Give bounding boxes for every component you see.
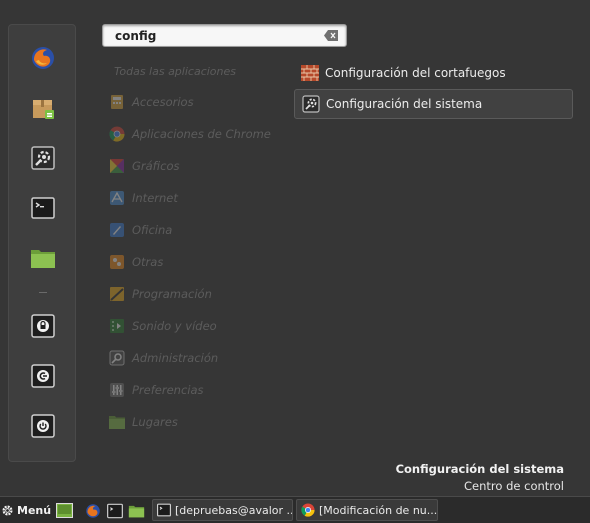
accessories-icon bbox=[111, 95, 123, 109]
launcher-show-desktop[interactable] bbox=[56, 502, 73, 519]
category-internet[interactable]: Internet bbox=[108, 186, 284, 210]
fav-shutdown[interactable] bbox=[26, 409, 60, 443]
category-label: Programación bbox=[132, 287, 212, 301]
programming-icon bbox=[110, 287, 124, 301]
backspace-clear-icon[interactable] bbox=[324, 30, 338, 41]
launcher-terminal[interactable] bbox=[106, 502, 123, 519]
category-office[interactable]: Oficina bbox=[108, 218, 284, 242]
chrome-icon bbox=[109, 126, 125, 142]
category-label: Otras bbox=[132, 255, 164, 269]
category-multimedia[interactable]: Sonido y vídeo bbox=[108, 314, 284, 338]
result-system-settings[interactable]: Configuración del sistema bbox=[294, 89, 573, 119]
result-label: Configuración del cortafuegos bbox=[325, 66, 506, 80]
category-label: Internet bbox=[132, 191, 178, 205]
search-input[interactable] bbox=[103, 25, 318, 46]
fav-terminal[interactable] bbox=[26, 191, 60, 225]
search-box[interactable] bbox=[102, 24, 347, 47]
fav-firefox[interactable] bbox=[26, 41, 60, 75]
application-menu: Todas las aplicaciones Accesorios Aplica… bbox=[0, 0, 590, 496]
system-settings-icon bbox=[302, 95, 320, 113]
favorites-separator bbox=[39, 292, 47, 293]
fav-files[interactable] bbox=[26, 241, 60, 275]
taskbar: Menú [depruebas@avalor ... [Modificación… bbox=[0, 496, 590, 523]
package-icon bbox=[33, 100, 54, 119]
task-chrome-window[interactable]: [Modificación de nu... bbox=[296, 499, 438, 521]
terminal-icon bbox=[157, 503, 171, 517]
fav-lock-screen[interactable] bbox=[26, 309, 60, 343]
graphics-icon bbox=[110, 159, 124, 173]
menu-label: Menú bbox=[17, 503, 52, 517]
category-label: Administración bbox=[132, 351, 219, 365]
folder-icon bbox=[128, 505, 145, 517]
firefox-icon bbox=[32, 47, 54, 69]
other-icon bbox=[110, 255, 124, 269]
gear-icon bbox=[2, 504, 13, 516]
category-label: Accesorios bbox=[132, 95, 194, 109]
task-label: [depruebas@avalor ... bbox=[175, 503, 293, 517]
places-folder-icon bbox=[109, 416, 125, 429]
terminal-icon bbox=[106, 503, 123, 518]
desktop-icon bbox=[56, 503, 73, 518]
settings-icon bbox=[31, 146, 55, 170]
terminal-icon bbox=[31, 197, 55, 219]
category-label: Preferencias bbox=[132, 383, 204, 397]
power-icon bbox=[31, 414, 55, 438]
launcher-firefox[interactable] bbox=[84, 502, 101, 519]
internet-icon bbox=[110, 191, 124, 205]
task-terminal-window[interactable]: [depruebas@avalor ... bbox=[152, 499, 293, 521]
category-label: Lugares bbox=[132, 415, 178, 429]
multimedia-icon bbox=[110, 319, 124, 333]
menu-button[interactable]: Menú bbox=[1, 500, 51, 520]
category-administration[interactable]: Administración bbox=[108, 346, 284, 370]
category-accessories[interactable]: Accesorios bbox=[108, 90, 284, 114]
category-preferences[interactable]: Preferencias bbox=[108, 378, 284, 402]
category-graphics[interactable]: Gráficos bbox=[108, 154, 284, 178]
launcher-files[interactable] bbox=[128, 502, 145, 519]
lock-icon bbox=[31, 314, 55, 338]
category-all-applications[interactable]: Todas las aplicaciones bbox=[114, 65, 236, 78]
category-label: Gráficos bbox=[132, 159, 180, 173]
selected-app-description: Centro de control bbox=[464, 479, 564, 493]
category-other[interactable]: Otras bbox=[108, 250, 284, 274]
category-places[interactable]: Lugares bbox=[108, 410, 284, 434]
office-icon bbox=[110, 223, 124, 237]
administration-icon bbox=[109, 350, 125, 366]
category-label: Sonido y vídeo bbox=[132, 319, 217, 333]
logout-icon bbox=[31, 364, 55, 388]
result-label: Configuración del sistema bbox=[326, 97, 483, 111]
selected-app-title: Configuración del sistema bbox=[395, 462, 564, 476]
category-programming[interactable]: Programación bbox=[108, 282, 284, 306]
chrome-icon bbox=[301, 503, 315, 517]
category-label: Aplicaciones de Chrome bbox=[132, 127, 271, 141]
fav-software-manager[interactable] bbox=[26, 91, 60, 125]
fav-system-settings[interactable] bbox=[26, 141, 60, 175]
category-chrome-apps[interactable]: Aplicaciones de Chrome bbox=[108, 122, 284, 146]
result-firewall-config[interactable]: Configuración del cortafuegos bbox=[294, 58, 573, 88]
preferences-icon bbox=[110, 383, 124, 397]
firewall-icon bbox=[301, 65, 319, 81]
category-label: Oficina bbox=[132, 223, 173, 237]
firefox-icon bbox=[85, 503, 100, 518]
folder-icon bbox=[31, 250, 55, 268]
favorites-sidebar bbox=[8, 24, 76, 462]
fav-logout[interactable] bbox=[26, 359, 60, 393]
task-label: [Modificación de nu... bbox=[319, 503, 438, 517]
